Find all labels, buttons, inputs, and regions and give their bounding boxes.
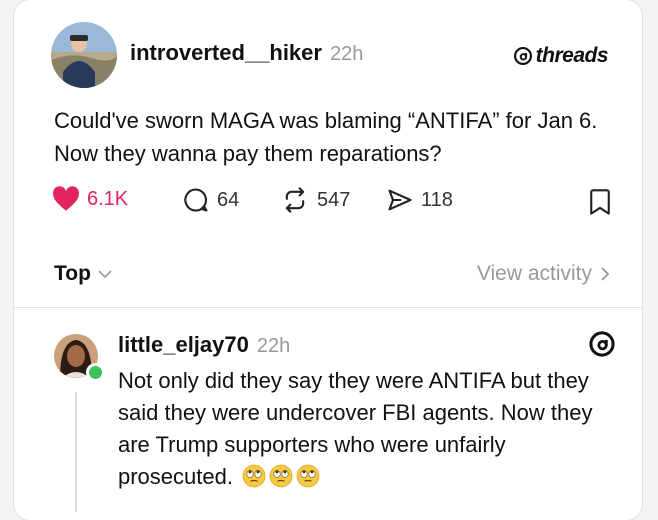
- eye-roll-emoji: [269, 464, 293, 488]
- threads-brand-text: threads: [535, 44, 609, 67]
- comment-count: 64: [217, 188, 240, 211]
- chevron-right-icon: [601, 267, 610, 281]
- reply-body-text: Not only did they say they were ANTIFA b…: [118, 368, 593, 489]
- send-icon: [388, 189, 412, 211]
- like-button[interactable]: 6.1K: [52, 186, 128, 212]
- repost-icon: [285, 187, 305, 213]
- share-count: 118: [421, 188, 453, 211]
- thread-card: introverted__hiker 22h threads Could've …: [14, 0, 642, 520]
- post-timestamp: 22h: [329, 43, 364, 65]
- eye-roll-emoji: [242, 464, 266, 488]
- bookmark-icon: [590, 189, 610, 215]
- threads-brand[interactable]: threads: [513, 44, 609, 68]
- comment-button[interactable]: 64: [182, 186, 239, 214]
- threads-logo-icon: [589, 331, 615, 357]
- reply-body: Not only did they say they were ANTIFA b…: [118, 365, 618, 493]
- bookmark-button[interactable]: [588, 188, 612, 221]
- sort-label: Top: [54, 262, 91, 285]
- post-username[interactable]: introverted__hiker: [130, 40, 322, 66]
- like-count: 6.1K: [87, 187, 129, 210]
- reply-timestamp: 22h: [256, 335, 291, 357]
- sort-dropdown[interactable]: Top: [54, 262, 113, 286]
- repost-button[interactable]: 547: [280, 186, 350, 214]
- post-author-avatar[interactable]: [51, 22, 117, 88]
- replies-sort-bar: Top View activity: [54, 258, 610, 292]
- repost-count: 547: [317, 188, 351, 211]
- view-activity-label: View activity: [476, 262, 592, 285]
- heart-icon: [53, 186, 79, 211]
- comment-bubble-icon: [184, 188, 208, 212]
- section-divider: [14, 307, 642, 308]
- view-activity-link[interactable]: View activity: [477, 262, 610, 286]
- online-status-dot: [86, 363, 105, 382]
- chevron-down-icon: [98, 270, 112, 279]
- reply-author-avatar[interactable]: [54, 334, 105, 382]
- reply-emojis: [239, 464, 320, 489]
- reply-username[interactable]: little_eljay70: [118, 332, 249, 358]
- eye-roll-emoji: [296, 464, 320, 488]
- reply-header: little_eljay70 22h: [118, 332, 290, 358]
- post-header: introverted__hiker 22h: [130, 40, 363, 66]
- thread-connector-line: [75, 392, 77, 512]
- threads-logo-icon: [513, 47, 532, 65]
- share-button[interactable]: 118: [386, 186, 453, 214]
- post-actions: 6.1K 64 547 118: [52, 186, 612, 220]
- post-body-text: Could've sworn MAGA was blaming “ANTIFA”…: [54, 108, 598, 166]
- reply-threads-logo[interactable]: [588, 330, 616, 363]
